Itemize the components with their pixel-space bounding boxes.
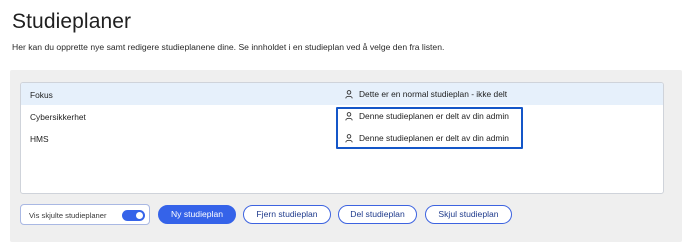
toggle-knob [136, 212, 143, 219]
list-item-name: Fokus [30, 90, 53, 100]
studyplan-panel: Fokus Dette er en normal studieplan - ik… [10, 70, 682, 242]
shared-status-highlight [336, 107, 523, 149]
hide-studyplan-button[interactable]: Skjul studieplan [425, 205, 512, 224]
list-item-status-text: Dette er en normal studieplan - ikke del… [359, 89, 508, 99]
toggle-label: Vis skjulte studieplaner [29, 211, 107, 220]
page-title: Studieplaner [12, 10, 132, 33]
new-studyplan-button[interactable]: Ny studieplan [158, 205, 236, 224]
toggle-switch[interactable] [122, 210, 145, 221]
page-description: Her kan du opprette nye samt redigere st… [12, 42, 445, 52]
studyplan-list[interactable]: Fokus Dette er en normal studieplan - ik… [20, 82, 664, 194]
list-item-name: Cybersikkerhet [30, 112, 86, 122]
list-item-name: HMS [30, 134, 49, 144]
show-hidden-toggle[interactable]: Vis skjulte studieplaner [20, 204, 150, 225]
list-item-status: Dette er en normal studieplan - ikke del… [345, 89, 507, 99]
list-item-fokus[interactable]: Fokus Dette er en normal studieplan - ik… [21, 83, 663, 105]
share-studyplan-button[interactable]: Del studieplan [338, 205, 417, 224]
user-icon [345, 89, 353, 99]
remove-studyplan-button[interactable]: Fjern studieplan [243, 205, 331, 224]
